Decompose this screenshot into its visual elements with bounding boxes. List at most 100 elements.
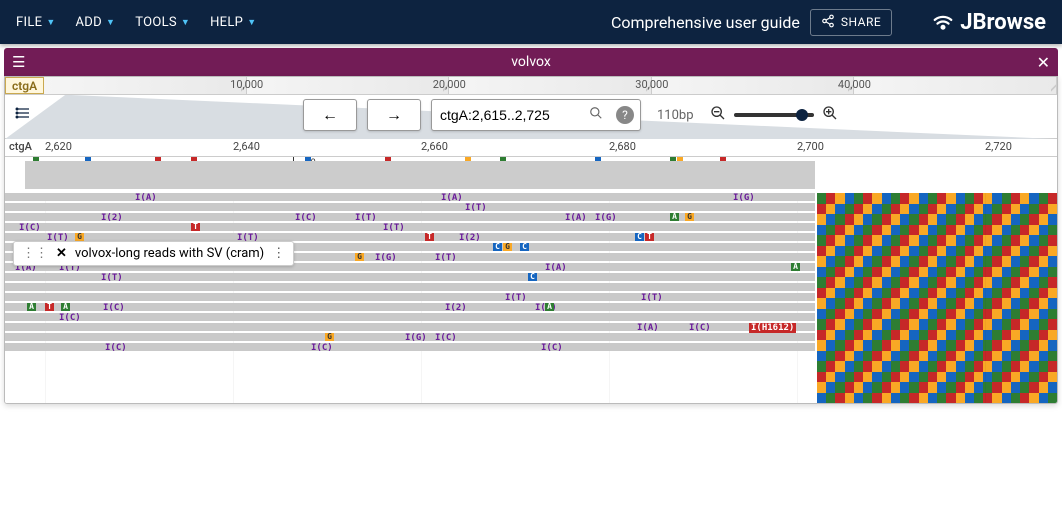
snp-base: C <box>635 233 644 241</box>
insertion-label: I(T) <box>641 293 663 303</box>
read[interactable] <box>5 193 815 201</box>
main-menu: FILE▼ ADD▼ TOOLS▼ HELP▼ <box>16 15 611 30</box>
snp-base: C <box>520 243 529 251</box>
ruler-tick: 2,620 <box>45 140 72 153</box>
snp-base: A <box>61 303 70 311</box>
snp-base: T <box>645 233 654 241</box>
large-insertion-label: I(H1612) <box>749 323 796 333</box>
track-label-chip: ⋮⋮ ✕ volvox-long reads with SV (cram) ⋮ <box>13 241 294 266</box>
track-menu-icon[interactable]: ⋮ <box>272 246 285 261</box>
ruler-chrom: ctgA <box>9 140 32 153</box>
read[interactable] <box>5 273 815 281</box>
track-selector-icon[interactable] <box>13 105 33 125</box>
snp-base: A <box>670 213 679 221</box>
insertion-label: I(C) <box>541 343 563 353</box>
share-button[interactable]: SHARE <box>810 9 892 36</box>
zoom-in-icon[interactable] <box>822 105 838 125</box>
chrom-label: ctgA <box>5 77 44 94</box>
bp-span-label: 110bp <box>657 108 694 123</box>
insertion-label: I(T) <box>505 293 527 303</box>
close-track-icon[interactable]: ✕ <box>56 246 67 261</box>
view-menu-icon[interactable]: ☰ <box>12 53 25 71</box>
insertion-label: I(C) <box>689 323 711 333</box>
menu-add[interactable]: ADD▼ <box>76 15 116 30</box>
brand-logo: JBrowse <box>892 8 1046 36</box>
insertion-label: I(C) <box>105 343 127 353</box>
ruler-tick: 2,640 <box>233 140 260 153</box>
insertion-label: I(G) <box>405 333 427 343</box>
insertion-label: I(T) <box>465 203 487 213</box>
menu-tools[interactable]: TOOLS▼ <box>135 15 190 30</box>
ruler-tick: 2,660 <box>421 140 448 153</box>
insertion-label: I(C) <box>103 303 125 313</box>
zoom-out-icon[interactable] <box>710 105 726 125</box>
zoom-slider[interactable] <box>734 113 814 117</box>
insertion-label: I(C) <box>19 223 41 233</box>
sequence-dense-region <box>817 193 1057 403</box>
coverage-track[interactable]: ┌ 20 └ 0 <box>5 157 1057 193</box>
snp-base: T <box>45 303 54 311</box>
menu-file[interactable]: FILE▼ <box>16 15 56 30</box>
insertion-label: I(2) <box>445 303 467 313</box>
insertion-label: I(A) <box>441 193 463 203</box>
nav-forward-button[interactable]: → <box>367 99 421 131</box>
drag-handle-icon[interactable]: ⋮⋮ <box>22 246 48 261</box>
nav-toolbar-row: ← → ? 110bp <box>5 95 1057 139</box>
overview-ruler[interactable]: ctgA 10,00020,00030,00040,000 <box>5 77 1057 95</box>
view-title: volvox <box>511 54 551 70</box>
insertion-label: I(C) <box>435 333 457 343</box>
insertion-label: I(A) <box>565 213 587 223</box>
insertion-label: I(C) <box>59 313 81 323</box>
view-close-icon[interactable]: ✕ <box>1037 53 1050 72</box>
snp-base: A <box>27 303 36 311</box>
insertion-label: I(C) <box>311 343 333 353</box>
alignments-track[interactable]: I(A)I(A)I(G)I(T)I(2)I(C)I(T)I(A)I(G)AGI(… <box>5 193 1057 403</box>
read[interactable] <box>5 223 815 231</box>
read[interactable] <box>5 293 815 301</box>
snp-base: G <box>503 243 512 251</box>
read[interactable] <box>5 233 815 241</box>
location-box: ? <box>431 99 641 131</box>
top-menubar: FILE▼ ADD▼ TOOLS▼ HELP▼ Comprehensive us… <box>0 0 1062 44</box>
insertion-label: I(A) <box>637 323 659 333</box>
read[interactable] <box>5 283 815 291</box>
snp-base: A <box>545 303 554 311</box>
snp-base: G <box>325 333 334 341</box>
insertion-label: I(T) <box>435 253 457 263</box>
insertion-label: I(G) <box>375 253 397 263</box>
insertion-label: I(2) <box>101 213 123 223</box>
snp-base: C <box>528 273 537 281</box>
genome-view: ctgA 10,00020,00030,00040,000 ← → ? 110b… <box>4 76 1058 404</box>
snp-base: C <box>493 243 502 251</box>
ruler-tick: 2,720 <box>985 140 1012 153</box>
nav-back-button[interactable]: ← <box>303 99 357 131</box>
sequence-ruler[interactable]: ctgA 2,620 2,640 2,660 2,680 2,700 2,720 <box>5 139 1057 157</box>
share-icon <box>821 14 835 31</box>
snp-base: T <box>191 223 200 231</box>
zoom-controls <box>710 105 838 125</box>
search-icon[interactable] <box>582 106 610 124</box>
insertion-label: I(G) <box>733 193 755 203</box>
insertion-label: I(G) <box>595 213 617 223</box>
insertion-label: I(2) <box>459 233 481 243</box>
read[interactable] <box>5 303 815 311</box>
help-icon[interactable]: ? <box>616 106 634 124</box>
menu-help[interactable]: HELP▼ <box>210 15 256 30</box>
brand-icon <box>932 8 954 36</box>
insertion-label: I(A) <box>545 263 567 273</box>
ruler-tick: 2,700 <box>797 140 824 153</box>
insertion-label: I(C) <box>295 213 317 223</box>
insertion-label: I(T) <box>355 213 377 223</box>
guide-link[interactable]: Comprehensive user guide <box>611 13 800 32</box>
location-input[interactable] <box>432 107 582 123</box>
view-header: ☰ volvox ✕ <box>4 48 1058 76</box>
snp-base: G <box>355 253 364 261</box>
snp-base: A <box>791 263 800 271</box>
insertion-label: I(T) <box>383 223 405 233</box>
track-name: volvox-long reads with SV (cram) <box>75 246 264 261</box>
ruler-tick: 2,680 <box>609 140 636 153</box>
read[interactable] <box>5 203 815 211</box>
snp-base: G <box>685 213 694 221</box>
insertion-label: I(T) <box>101 273 123 283</box>
read[interactable] <box>5 313 815 321</box>
